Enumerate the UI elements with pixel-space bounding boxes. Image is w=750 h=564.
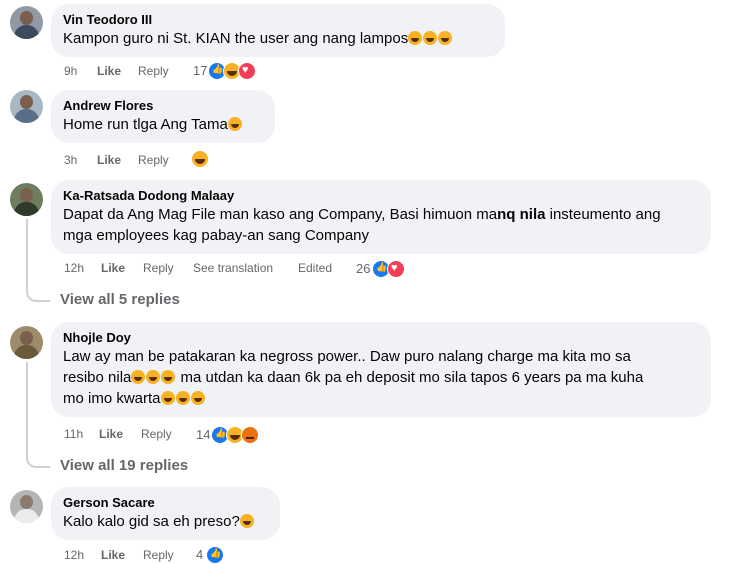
thread-line xyxy=(26,362,28,452)
rofl-emoji-icon xyxy=(175,391,190,405)
like-button[interactable]: Like xyxy=(97,63,121,79)
comment-actions: 3h Like Reply xyxy=(64,152,264,168)
avatar[interactable] xyxy=(10,326,43,359)
comment-bubble: Andrew Flores Home run tlga Ang Tama xyxy=(51,90,275,143)
thread-line xyxy=(26,219,28,287)
thread-connector xyxy=(26,448,50,468)
comment-text: Law ay man be patakaran ka negross power… xyxy=(63,348,644,407)
reply-button[interactable]: Reply xyxy=(143,260,174,276)
rofl-emoji-icon xyxy=(408,31,423,45)
reply-button[interactable]: Reply xyxy=(143,547,174,563)
reaction-summary[interactable]: 26 xyxy=(356,260,416,278)
commenter-name[interactable]: Andrew Flores xyxy=(63,97,263,114)
angry-reaction-icon xyxy=(241,426,259,444)
like-button[interactable]: Like xyxy=(97,152,121,168)
love-reaction-icon xyxy=(387,260,405,278)
commenter-name[interactable]: Vin Teodoro III xyxy=(63,11,493,28)
comment-bubble: Vin Teodoro III Kampon guro ni St. KIAN … xyxy=(51,4,505,57)
rofl-emoji-icon xyxy=(161,370,176,384)
rofl-emoji-icon xyxy=(160,391,175,405)
reaction-summary[interactable]: 4 xyxy=(196,546,236,564)
like-button[interactable]: Like xyxy=(101,260,125,276)
commenter-name[interactable]: Ka-Ratsada Dodong Malaay xyxy=(63,187,699,204)
reply-button[interactable]: Reply xyxy=(138,152,169,168)
see-translation-link[interactable]: See translation xyxy=(193,260,273,276)
reply-button[interactable]: Reply xyxy=(141,426,172,442)
avatar[interactable] xyxy=(10,490,43,523)
view-all-replies-link[interactable]: View all 5 replies xyxy=(60,291,180,308)
comment-bubble: Nhojle Doy Law ay man be patakaran ka ne… xyxy=(51,322,711,417)
reaction-summary[interactable]: 14 xyxy=(196,426,276,444)
comment-actions: 12h Like Reply See translation Edited xyxy=(64,260,364,276)
rofl-emoji-icon xyxy=(438,31,453,45)
reaction-count: 17 xyxy=(193,63,208,78)
avatar[interactable] xyxy=(10,90,43,123)
rofl-emoji-icon xyxy=(190,391,205,405)
like-button[interactable]: Like xyxy=(101,547,125,563)
like-button[interactable]: Like xyxy=(99,426,123,442)
avatar[interactable] xyxy=(10,6,43,39)
timestamp[interactable]: 12h xyxy=(64,547,84,563)
timestamp[interactable]: 11h xyxy=(64,426,83,442)
reaction-summary[interactable]: 17 xyxy=(193,62,273,80)
reply-button[interactable]: Reply xyxy=(138,63,169,79)
commenter-name[interactable]: Gerson Sacare xyxy=(63,494,268,511)
reaction-count: 14 xyxy=(196,427,211,442)
grin-sweat-emoji-icon xyxy=(239,514,254,528)
like-reaction-icon xyxy=(206,546,224,564)
rofl-emoji-icon xyxy=(227,117,242,131)
view-all-replies-link[interactable]: View all 19 replies xyxy=(60,457,188,474)
haha-reaction-icon xyxy=(191,150,209,168)
comment-text: Kampon guro ni St. KIAN the user ang nan… xyxy=(63,28,493,49)
reaction-count: 4 xyxy=(196,547,204,562)
comment-text: Home run tlga Ang Tama xyxy=(63,114,263,135)
avatar[interactable] xyxy=(10,183,43,216)
thread-connector xyxy=(26,282,50,302)
rofl-emoji-icon xyxy=(146,370,161,384)
commenter-name[interactable]: Nhojle Doy xyxy=(63,329,699,346)
rofl-emoji-icon xyxy=(423,31,438,45)
timestamp[interactable]: 3h xyxy=(64,152,77,168)
comment-bubble: Ka-Ratsada Dodong Malaay Dapat da Ang Ma… xyxy=(51,180,711,254)
timestamp[interactable]: 12h xyxy=(64,260,84,276)
edited-label: Edited xyxy=(298,261,333,275)
reaction-count: 26 xyxy=(356,261,371,276)
comment-text: Kalo kalo gid sa eh preso? xyxy=(63,511,268,532)
comment-bubble: Gerson Sacare Kalo kalo gid sa eh preso? xyxy=(51,487,280,540)
reaction-summary[interactable] xyxy=(191,150,211,168)
comment-text: Dapat da Ang Mag File man kaso ang Compa… xyxy=(63,206,661,244)
timestamp[interactable]: 9h xyxy=(64,63,77,79)
rofl-emoji-icon xyxy=(131,370,146,384)
love-reaction-icon xyxy=(238,62,256,80)
